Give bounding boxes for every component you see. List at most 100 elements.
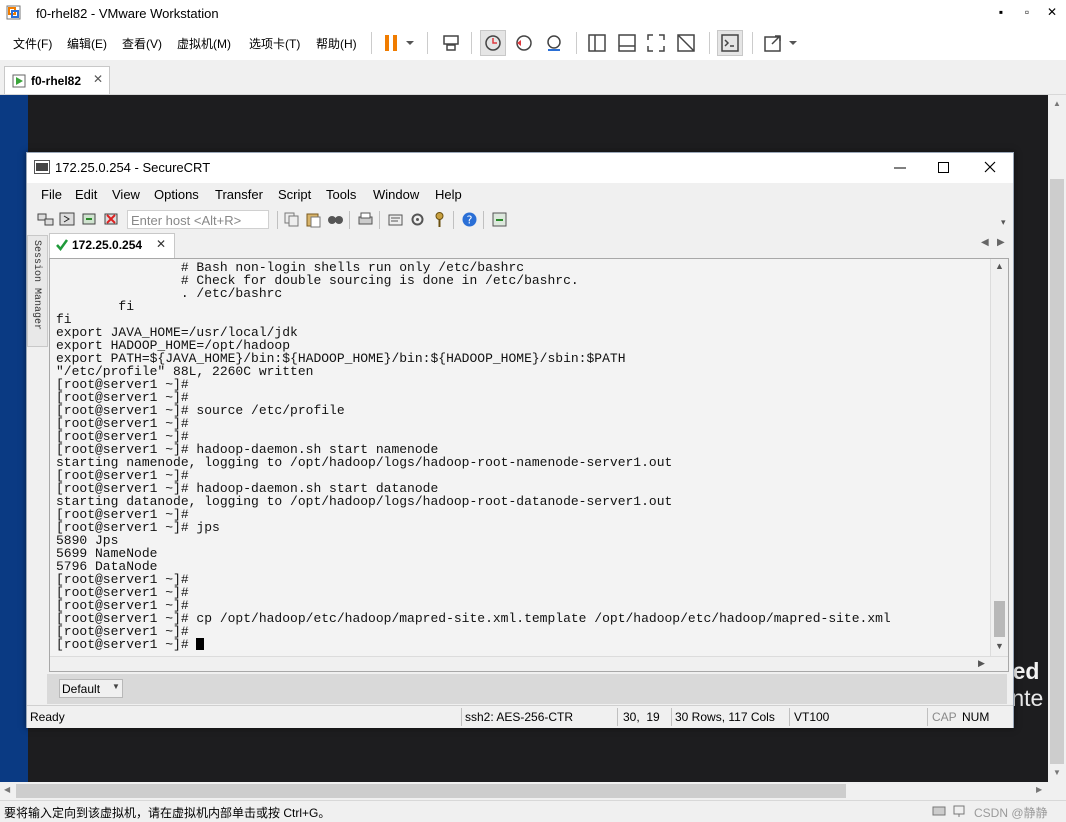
menu-help[interactable]: 帮助(H) <box>316 35 357 52</box>
vmware-window-title: f0-rhel82 - VMware Workstation <box>36 6 219 21</box>
key-icon[interactable] <box>431 211 448 228</box>
session-dropdown-value: Default <box>62 682 101 696</box>
scroll-left-icon[interactable]: ◀ <box>4 785 10 794</box>
scrollbar-thumb[interactable] <box>994 601 1005 637</box>
menu-view[interactable]: View <box>112 187 140 202</box>
show-library-icon[interactable] <box>586 32 608 54</box>
close-icon[interactable] <box>983 160 997 174</box>
paste-icon[interactable] <box>305 211 322 228</box>
toolbar-separator <box>471 32 472 54</box>
vm-running-icon <box>12 74 26 88</box>
menu-options[interactable]: Options <box>154 187 199 202</box>
vmware-horizontal-scrollbar[interactable]: ◀ ▶ <box>0 782 1066 800</box>
scroll-down-icon[interactable]: ▼ <box>1053 768 1061 777</box>
maximize-icon[interactable]: ▫ <box>1016 3 1038 21</box>
tab-close-icon[interactable]: ✕ <box>93 72 103 86</box>
status-separator <box>617 708 618 726</box>
scroll-right-icon[interactable]: ▶ <box>978 658 985 669</box>
securecrt-app-icon <box>34 160 50 174</box>
unity-icon[interactable] <box>675 32 697 54</box>
menu-file[interactable]: File <box>41 187 62 202</box>
checkmark-icon <box>56 239 69 252</box>
status-terminal-size: 30 Rows, 117 Cols <box>675 710 775 724</box>
chevron-down-icon[interactable] <box>786 32 800 54</box>
stretch-icon[interactable] <box>762 32 784 54</box>
tab-label: f0-rhel82 <box>31 74 82 88</box>
session-manager-label: Session Manager <box>31 240 42 331</box>
securecrt-menubar: File Edit View Options Transfer Script T… <box>27 183 1013 207</box>
maximize-icon[interactable] <box>937 161 951 175</box>
status-caps-lock: CAP <box>932 710 957 724</box>
scroll-up-icon[interactable]: ▲ <box>1053 99 1061 108</box>
securecrt-window-title: 172.25.0.254 - SecureCRT <box>55 160 211 175</box>
scrollbar-thumb[interactable] <box>1050 179 1064 764</box>
toolbar-separator <box>349 211 350 229</box>
menu-tabs[interactable]: 选项卡(T) <box>249 35 300 52</box>
watermark: CSDN @静静 <box>974 806 1048 820</box>
find-icon[interactable] <box>327 211 344 228</box>
menu-vm[interactable]: 虚拟机(M) <box>177 35 231 52</box>
menu-window[interactable]: Window <box>373 187 419 202</box>
host-input[interactable]: Enter host <Alt+R> <box>127 210 269 229</box>
status-separator <box>461 708 462 726</box>
terminal[interactable]: # Bash non-login shells run only /etc/ba… <box>49 258 1009 672</box>
scroll-down-icon[interactable]: ▼ <box>995 641 1004 651</box>
menu-file[interactable]: 文件(F) <box>13 35 52 52</box>
snapshot-manager-icon[interactable] <box>543 32 565 54</box>
scrollbar-thumb[interactable] <box>16 784 846 798</box>
send-ctrl-alt-del-icon[interactable] <box>440 32 462 54</box>
toolbar-separator <box>427 32 428 54</box>
guest-desktop-edge <box>0 95 28 782</box>
chevron-down-icon: ▼ <box>112 682 120 691</box>
help-icon[interactable]: ? <box>461 211 478 228</box>
connect-icon[interactable] <box>37 211 54 228</box>
securecrt-statusbar: Ready ssh2: AES-256-CTR 30, 19 30 Rows, … <box>27 705 1013 728</box>
vmware-vertical-scrollbar[interactable]: ▲ ▼ <box>1048 95 1066 782</box>
tab-close-icon[interactable]: ✕ <box>156 237 166 251</box>
status-cursor-position: 30, 19 <box>623 710 660 724</box>
menu-edit[interactable]: Edit <box>75 187 97 202</box>
status-separator <box>927 708 928 726</box>
session-options-icon[interactable] <box>387 211 404 228</box>
quick-connect-icon[interactable] <box>59 211 76 228</box>
status-ready: Ready <box>30 710 65 724</box>
revert-snapshot-icon[interactable] <box>513 32 535 54</box>
tab-f0-rhel82[interactable]: f0-rhel82 ✕ <box>4 66 110 94</box>
chevron-down-icon[interactable] <box>403 32 417 54</box>
tab-session[interactable]: 172.25.0.254 ✕ <box>49 233 175 258</box>
scroll-right-icon[interactable]: ▶ <box>1036 785 1042 794</box>
minimize-icon[interactable]: ▪ <box>990 3 1012 21</box>
scroll-up-icon[interactable]: ▲ <box>995 261 1004 271</box>
session-dropdown[interactable]: Default ▼ <box>59 679 123 698</box>
close-icon[interactable]: ✕ <box>1041 3 1063 21</box>
disconnect-icon[interactable] <box>103 211 120 228</box>
svg-text:?: ? <box>467 214 473 227</box>
menu-help[interactable]: Help <box>435 187 462 202</box>
network-icon[interactable] <box>952 804 966 818</box>
menu-edit[interactable]: 编辑(E) <box>67 35 107 52</box>
menu-transfer[interactable]: Transfer <box>215 187 263 202</box>
menu-tools[interactable]: Tools <box>326 187 356 202</box>
hard-disk-icon[interactable] <box>932 804 946 818</box>
terminal-horizontal-scrollbar[interactable]: ▶ <box>50 656 1008 671</box>
console-view-button[interactable] <box>717 30 743 56</box>
menu-script[interactable]: Script <box>278 187 311 202</box>
tab-scroll-left-icon[interactable]: ◀ <box>981 237 989 248</box>
reconnect-icon[interactable] <box>81 211 98 228</box>
minimize-icon[interactable] <box>893 161 907 175</box>
toolbar-overflow-icon[interactable]: ▾ <box>1001 217 1006 228</box>
copy-icon[interactable] <box>283 211 300 228</box>
securecrt-window: 172.25.0.254 - SecureCRT File Edit View … <box>26 152 1014 728</box>
terminal-vertical-scrollbar[interactable]: ▲ ▼ <box>990 259 1008 656</box>
global-options-icon[interactable] <box>409 211 426 228</box>
print-icon[interactable] <box>357 211 374 228</box>
sftp-icon[interactable] <box>491 211 508 228</box>
pause-icon[interactable] <box>380 32 402 54</box>
tab-scroll-right-icon[interactable]: ▶ <box>997 237 1005 248</box>
snapshot-button[interactable] <box>480 30 506 56</box>
menu-view[interactable]: 查看(V) <box>122 35 162 52</box>
session-manager-panel[interactable]: Session Manager <box>27 235 48 347</box>
thumbnail-bar-icon[interactable] <box>616 32 638 54</box>
full-screen-icon[interactable] <box>645 32 667 54</box>
toolbar-separator <box>576 32 577 54</box>
